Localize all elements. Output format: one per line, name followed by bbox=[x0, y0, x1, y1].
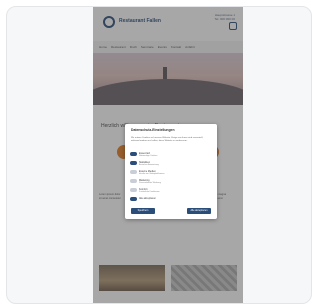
preview-card: Restaurant Fallen Hauptstrasse 1 Tel. 00… bbox=[6, 6, 312, 304]
consent-option[interactable]: Essenziell Notwendige Cookies bbox=[130, 152, 212, 158]
dialog-title: Datenschutz-Einstellungen bbox=[131, 128, 175, 132]
cookie-consent-dialog: Datenschutz-Einstellungen Wir nutzen Coo… bbox=[125, 124, 217, 219]
consent-option[interactable]: Alle akzeptieren bbox=[130, 197, 212, 203]
accept-all-button[interactable]: Alle akzeptieren bbox=[187, 208, 211, 214]
toggle-switch[interactable] bbox=[130, 188, 137, 192]
toggle-switch[interactable] bbox=[130, 197, 137, 201]
save-button[interactable]: Speichern bbox=[131, 208, 155, 214]
consent-option[interactable]: Externe Medien Inhalte von Videoplattfor… bbox=[130, 170, 212, 176]
toggle-switch[interactable] bbox=[130, 161, 137, 165]
consent-option[interactable]: Statistiken Besucher-Auswertung bbox=[130, 161, 212, 167]
option-desc: Personalisierte Werbung bbox=[139, 182, 161, 184]
dialog-intro: Wir nutzen Cookies auf unserer Website. … bbox=[131, 137, 203, 142]
option-label: Alle akzeptieren bbox=[139, 197, 157, 200]
option-desc: Besucher-Auswertung bbox=[139, 164, 159, 166]
option-desc: Inhalte von Videoplattformen bbox=[139, 173, 165, 175]
toggle-switch[interactable] bbox=[130, 179, 137, 183]
option-desc: Zusätzliche Funktionen bbox=[139, 191, 160, 193]
toggle-switch[interactable] bbox=[130, 170, 137, 174]
consent-option[interactable]: Komfort Zusätzliche Funktionen bbox=[130, 188, 212, 194]
consent-option[interactable]: Marketing Personalisierte Werbung bbox=[130, 179, 212, 185]
option-desc: Notwendige Cookies bbox=[139, 155, 158, 157]
toggle-switch[interactable] bbox=[130, 152, 137, 156]
